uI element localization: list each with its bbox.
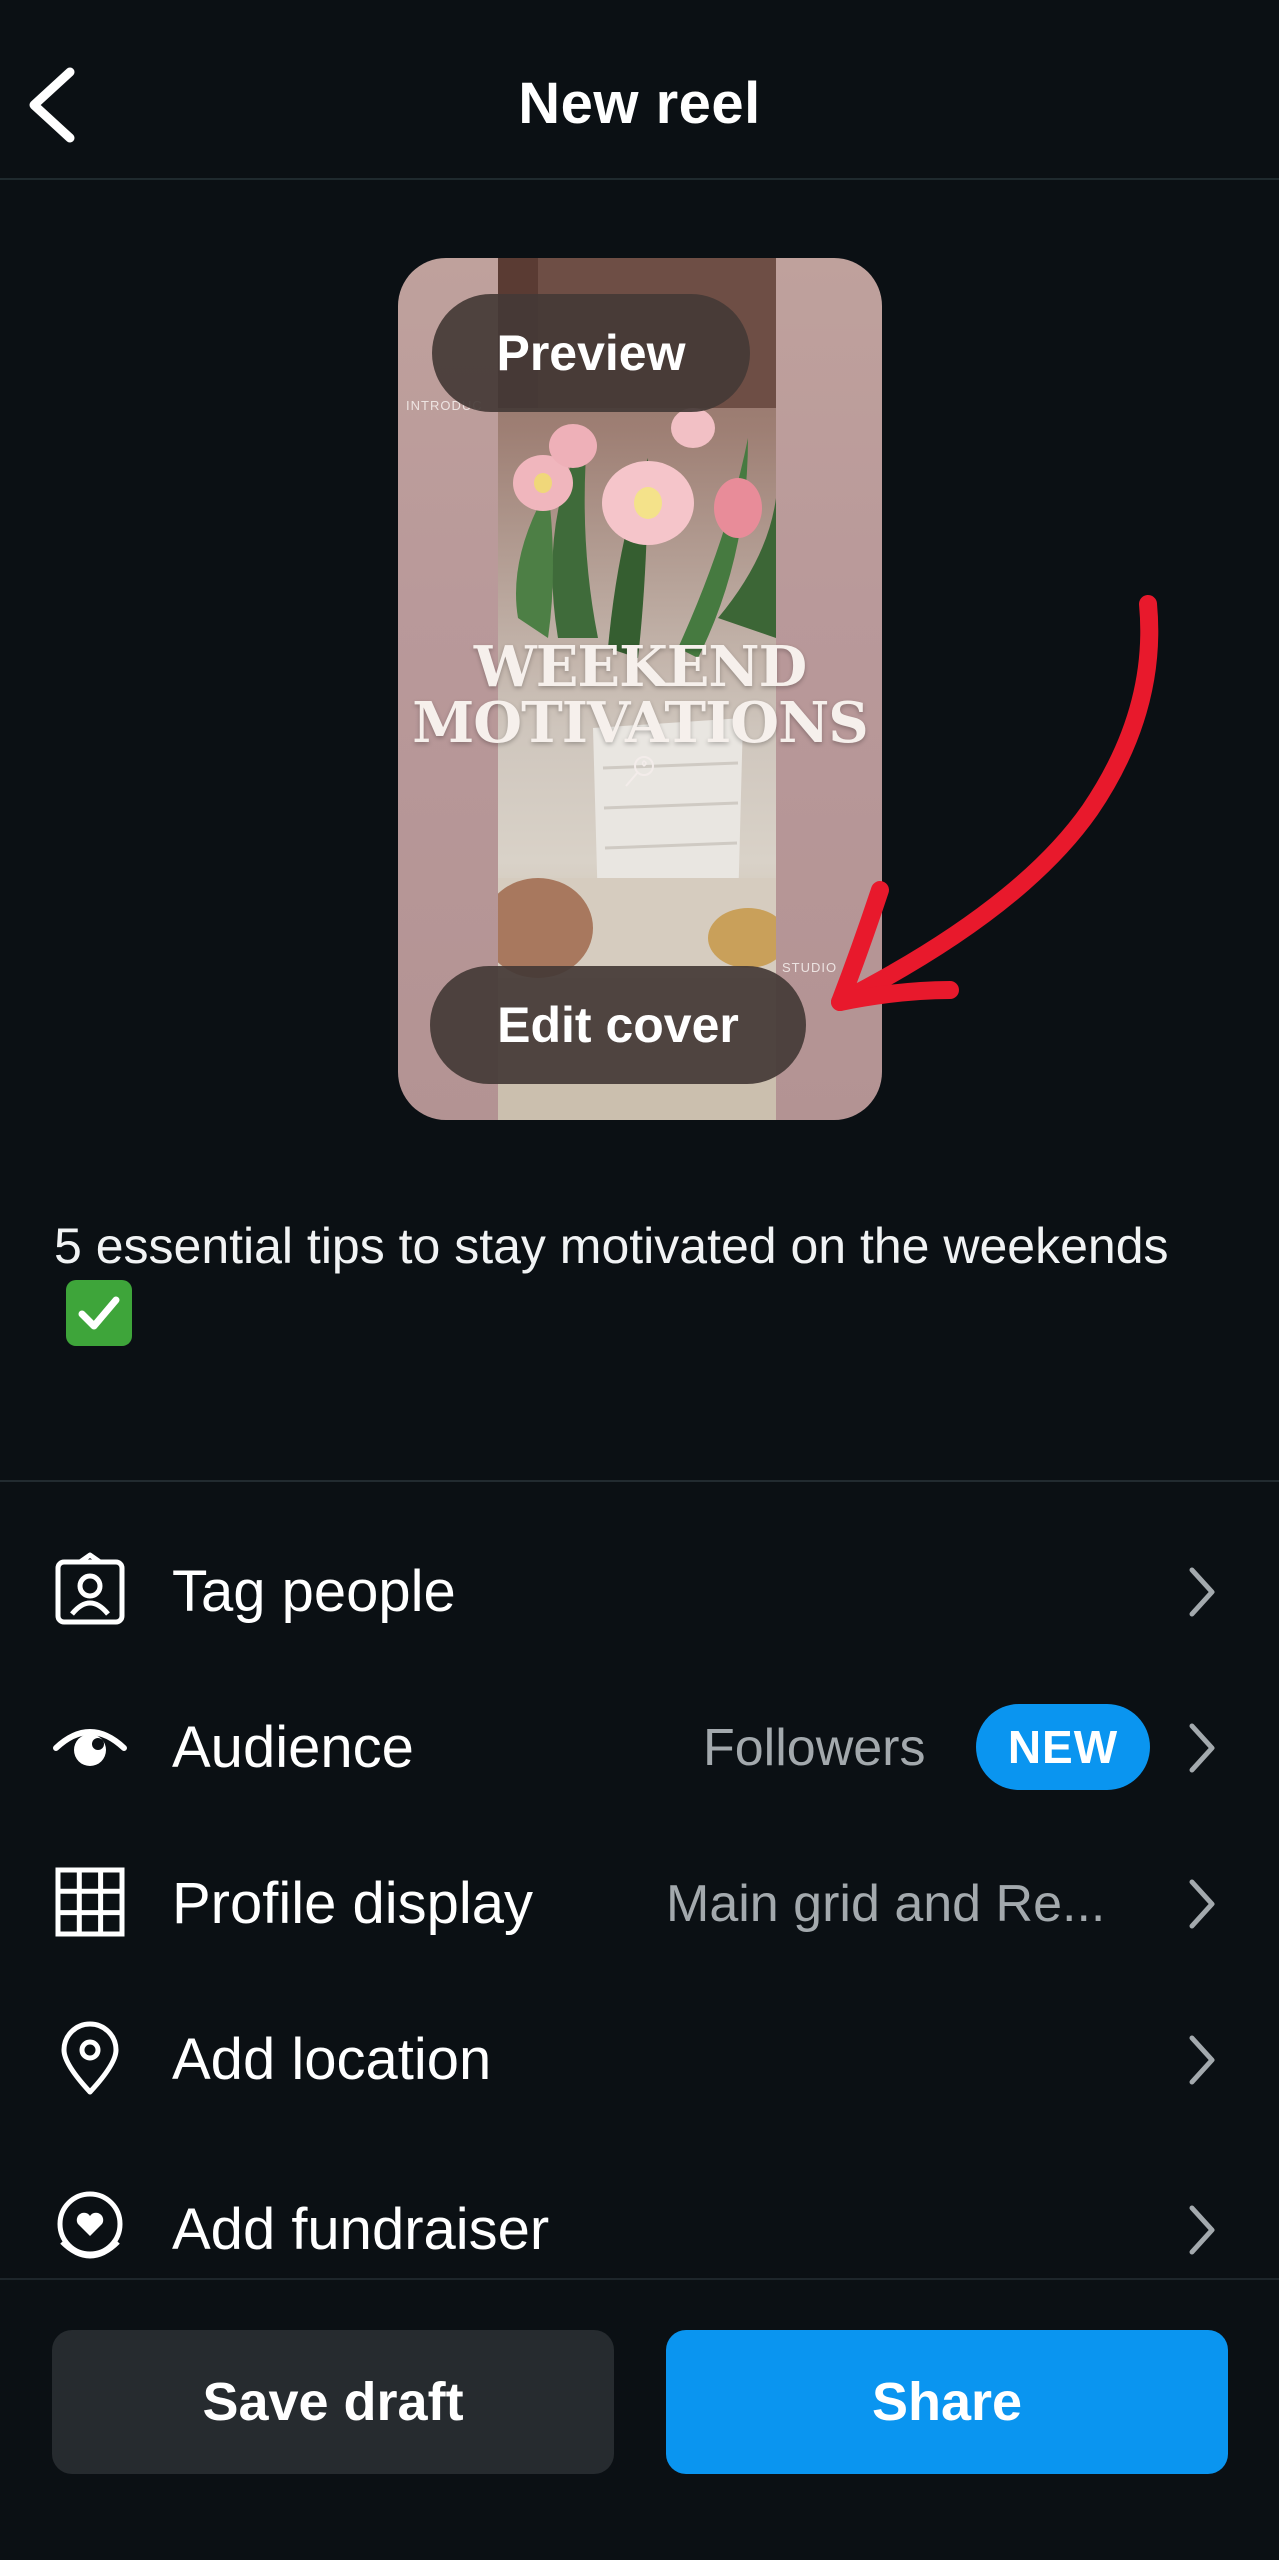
- profile-display-row[interactable]: Profile display Main grid and Re...: [0, 1824, 1279, 1974]
- save-draft-button[interactable]: Save draft: [52, 2330, 614, 2474]
- reel-caption[interactable]: 5 essential tips to stay motivated on th…: [54, 1212, 1224, 1351]
- location-pin-icon: [52, 2020, 128, 2096]
- edit-cover-button[interactable]: Edit cover: [430, 966, 806, 1084]
- tag-people-row[interactable]: Tag people: [0, 1512, 1279, 1662]
- add-location-row[interactable]: Add location: [0, 1980, 1279, 2130]
- preview-button[interactable]: Preview: [432, 294, 750, 412]
- divider: [0, 1480, 1279, 1482]
- bottom-divider: [0, 2278, 1279, 2280]
- check-mark-button-icon: [66, 1280, 132, 1346]
- tag-person-icon: [52, 1552, 128, 1628]
- caption-text: 5 essential tips to stay motivated on th…: [54, 1218, 1169, 1274]
- reel-overlay-title-line1: WEEKEND: [473, 634, 807, 700]
- chevron-right-icon: [1184, 2030, 1220, 2090]
- share-button[interactable]: Share: [666, 2330, 1228, 2474]
- audience-value: Followers: [703, 1719, 926, 1777]
- audience-label: Audience: [172, 1715, 414, 1780]
- side-caption-right: STUDIO: [782, 960, 838, 975]
- chevron-right-icon: [1184, 1718, 1220, 1778]
- eye-icon: [52, 1708, 128, 1784]
- fundraiser-heart-icon: [52, 2190, 128, 2266]
- add-fundraiser-label: Add fundraiser: [172, 2197, 550, 2262]
- chevron-right-icon: [1184, 1874, 1220, 1934]
- add-location-label: Add location: [172, 2027, 492, 2092]
- page-title: New reel: [518, 71, 761, 136]
- profile-display-label: Profile display: [172, 1871, 534, 1936]
- chevron-right-icon: [1184, 1562, 1220, 1622]
- chevron-right-icon: [1184, 2200, 1220, 2260]
- grid-icon: [52, 1864, 128, 1940]
- audience-row[interactable]: Audience Followers NEW: [0, 1668, 1279, 1818]
- header: New reel: [0, 0, 1279, 180]
- new-reel-screen: New reel INTRODUC STUDIO WEEKEND MOTIVAT…: [0, 0, 1279, 2560]
- rose-doodle-icon: [625, 756, 654, 787]
- reel-overlay-title-line2: MOTIVATIONS: [412, 690, 868, 756]
- new-badge: NEW: [976, 1704, 1150, 1790]
- tag-people-label: Tag people: [172, 1559, 456, 1624]
- profile-display-value: Main grid and Re...: [666, 1875, 1106, 1933]
